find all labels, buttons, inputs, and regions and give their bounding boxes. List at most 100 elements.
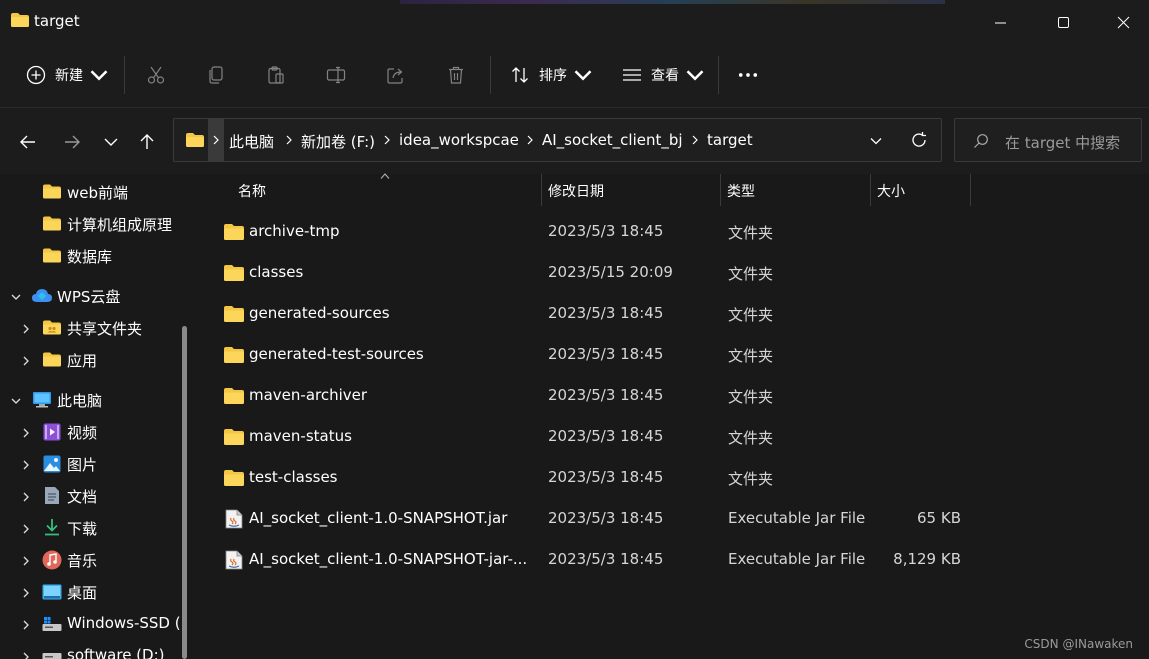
refresh-icon[interactable]	[910, 131, 928, 149]
breadcrumb-root-chevron[interactable]	[208, 119, 224, 161]
table-row[interactable]: AI_socket_client-1.0-SNAPSHOT-jar-... 202…	[216, 540, 976, 580]
sidebar-item-wps-cloud[interactable]: WPS云盘	[0, 281, 180, 311]
chevron-right-icon[interactable]	[525, 134, 535, 146]
search-input[interactable]: 在 target 中搜索	[954, 118, 1142, 162]
chevron-down-icon	[90, 70, 108, 81]
table-row[interactable]: generated-sources 2023/5/3 18:45 文件夹	[216, 294, 976, 334]
view-button[interactable]: 查看	[622, 44, 705, 106]
folder-icon	[43, 248, 61, 263]
column-header-type[interactable]: 类型	[727, 181, 755, 213]
share-button[interactable]	[386, 44, 406, 106]
sidebar-item-web-frontend[interactable]: web前端	[0, 177, 180, 207]
chevron-right-icon[interactable]	[20, 651, 32, 659]
column-header-size[interactable]: 大小	[877, 181, 905, 213]
file-modified-date: 2023/5/15 20:09	[548, 263, 673, 281]
navigation-pane: web前端 计算机组成原理 数据库 WPS云盘 共享文件夹 应用 此电脑 视频	[0, 174, 192, 659]
sidebar-item-software-drive[interactable]: software (D:)	[0, 641, 180, 659]
sidebar-item-label: Windows-SSD (	[67, 614, 181, 632]
forward-button[interactable]	[58, 128, 86, 156]
chevron-down-icon[interactable]	[868, 133, 884, 149]
column-header-name[interactable]: 名称	[238, 181, 266, 213]
table-row[interactable]: AI_socket_client-1.0-SNAPSHOT.jar 2023/5/…	[216, 499, 976, 539]
chevron-right-icon[interactable]	[20, 355, 32, 367]
column-divider[interactable]	[720, 174, 721, 206]
chevron-right-icon	[213, 135, 219, 145]
file-modified-date: 2023/5/3 18:45	[548, 386, 664, 404]
copy-button[interactable]	[206, 44, 226, 106]
sort-button[interactable]: 排序	[510, 44, 593, 106]
table-row[interactable]: maven-status 2023/5/3 18:45 文件夹	[216, 417, 976, 457]
folder-icon	[224, 429, 244, 445]
chevron-down-icon	[574, 70, 592, 81]
desktop-icon	[42, 584, 62, 600]
chevron-down-icon[interactable]	[10, 291, 22, 303]
file-name: maven-archiver	[249, 386, 368, 404]
delete-button[interactable]	[446, 44, 466, 106]
file-modified-date: 2023/5/3 18:45	[548, 509, 664, 527]
sidebar-item-apps[interactable]: 应用	[0, 345, 180, 375]
column-divider[interactable]	[541, 174, 542, 206]
chevron-right-icon[interactable]	[20, 555, 32, 567]
sidebar-item-this-pc[interactable]: 此电脑	[0, 385, 180, 415]
sidebar-item-downloads[interactable]: 下载	[0, 513, 180, 543]
up-button[interactable]	[133, 128, 161, 156]
watermark: CSDN @INawaken	[1024, 637, 1133, 651]
table-row[interactable]: archive-tmp 2023/5/3 18:45 文件夹	[216, 212, 976, 252]
chevron-right-icon[interactable]	[690, 134, 700, 146]
rename-button[interactable]	[326, 44, 346, 106]
sidebar-scrollbar[interactable]	[182, 326, 187, 659]
minimize-button[interactable]	[977, 0, 1023, 44]
sidebar-item-shared-folder[interactable]: 共享文件夹	[0, 313, 180, 343]
shared-folder-icon	[43, 320, 61, 335]
sidebar-item-computer-organization[interactable]: 计算机组成原理	[0, 209, 180, 239]
chevron-right-icon[interactable]	[20, 459, 32, 471]
more-button[interactable]	[738, 44, 758, 106]
sidebar-item-music[interactable]: 音乐	[0, 545, 180, 575]
chevron-right-icon[interactable]	[284, 134, 294, 146]
column-divider[interactable]	[870, 174, 871, 206]
file-size: 8,129 KB	[893, 550, 961, 568]
table-row[interactable]: maven-archiver 2023/5/3 18:45 文件夹	[216, 376, 976, 416]
close-button[interactable]	[1100, 0, 1146, 44]
sidebar-item-database[interactable]: 数据库	[0, 241, 180, 271]
breadcrumb-item[interactable]: idea_workspcae	[399, 131, 519, 149]
sidebar-item-videos[interactable]: 视频	[0, 417, 180, 447]
sidebar-item-pictures[interactable]: 图片	[0, 449, 180, 479]
chevron-right-icon[interactable]	[20, 427, 32, 439]
chevron-right-icon[interactable]	[20, 587, 32, 599]
breadcrumb-item[interactable]: 新加卷 (F:)	[301, 131, 375, 152]
sidebar-item-windows-ssd[interactable]: Windows-SSD (	[0, 609, 181, 639]
folder-icon	[224, 470, 244, 486]
back-button[interactable]	[14, 128, 42, 156]
chevron-right-icon[interactable]	[20, 323, 32, 335]
file-modified-date: 2023/5/3 18:45	[548, 345, 664, 363]
breadcrumb-item[interactable]: AI_socket_client_bj	[542, 131, 683, 149]
breadcrumb-item[interactable]: 此电脑	[229, 131, 274, 152]
maximize-button[interactable]	[1040, 0, 1086, 44]
title-bar: target	[0, 0, 1149, 44]
chevron-right-icon[interactable]	[20, 619, 32, 631]
new-button[interactable]: 新建	[26, 44, 109, 106]
chevron-right-icon[interactable]	[20, 523, 32, 535]
sidebar-item-label: 桌面	[67, 584, 98, 602]
table-row[interactable]: generated-test-sources 2023/5/3 18:45 文件夹	[216, 335, 976, 375]
sidebar-item-desktop[interactable]: 桌面	[0, 577, 180, 607]
cut-button[interactable]	[146, 44, 166, 106]
address-bar[interactable]: 此电脑 新加卷 (F:) idea_workspcae AI_socket_cl…	[173, 118, 942, 162]
paste-button[interactable]	[266, 44, 286, 106]
file-type: 文件夹	[728, 224, 774, 242]
sidebar-item-label: 此电脑	[57, 392, 103, 410]
recent-locations-button[interactable]	[97, 128, 125, 156]
column-header-date[interactable]: 修改日期	[548, 181, 604, 213]
table-row[interactable]: classes 2023/5/15 20:09 文件夹	[216, 253, 976, 293]
file-name: AI_socket_client-1.0-SNAPSHOT-jar-...	[249, 550, 528, 568]
chevron-down-icon[interactable]	[10, 395, 22, 407]
chevron-right-icon[interactable]	[382, 134, 392, 146]
sidebar-item-documents[interactable]: 文档	[0, 481, 180, 511]
folder-icon	[186, 133, 204, 147]
chevron-right-icon[interactable]	[20, 491, 32, 503]
breadcrumb-item[interactable]: target	[707, 131, 753, 149]
file-name: generated-test-sources	[249, 345, 424, 363]
column-divider[interactable]	[970, 174, 971, 206]
table-row[interactable]: test-classes 2023/5/3 18:45 文件夹	[216, 458, 976, 498]
